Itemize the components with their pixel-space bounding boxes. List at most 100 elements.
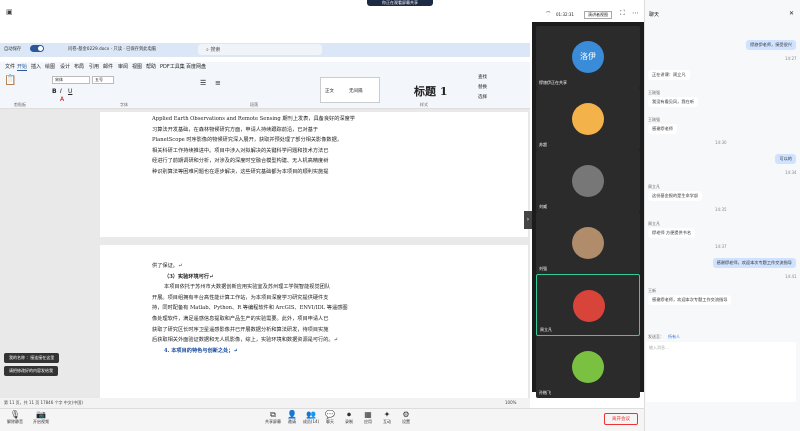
word-status: 第 11 页，共 11 页 17846 个字 中文(中国) bbox=[4, 400, 83, 405]
menu-tab-1[interactable]: 开始 bbox=[17, 63, 28, 71]
text-line: 像处理软件，满足遥感信息提取和产品生产的实验需要。此外，项目申请人已 bbox=[152, 315, 329, 322]
participant-tile[interactable]: 刘强 bbox=[536, 212, 640, 274]
page1-text: Applied Earth Observations and Remote Se… bbox=[100, 112, 528, 178]
meeting-timer: 01:32:31 bbox=[556, 12, 574, 17]
menu-tab-5[interactable]: 布局 bbox=[74, 63, 84, 70]
participant-name: 周立凡 bbox=[540, 327, 552, 332]
autosave-toggle[interactable] bbox=[30, 45, 44, 52]
participant-tile[interactable]: 孙楷飞 bbox=[536, 336, 640, 398]
participant-tile[interactable]: 周立凡 bbox=[536, 274, 640, 336]
text-line: 本项目依托于苏州市大数据创新应用实验室及苏州理工学院智能视觉团队 bbox=[164, 284, 331, 291]
font-select[interactable]: 宋体 bbox=[52, 76, 90, 84]
text-line: 习算法开发基础，在森林物候研究方面，申请人持续跟踪前沿，已对基于 bbox=[152, 126, 319, 133]
participant-tile[interactable]: 刘威 bbox=[536, 150, 640, 212]
menu-tab-9[interactable]: 视图 bbox=[132, 63, 142, 70]
bullets-icon[interactable]: ☰ bbox=[200, 79, 206, 87]
underline-icon[interactable]: U bbox=[68, 88, 72, 95]
replace-button[interactable]: 替换 bbox=[478, 84, 487, 90]
menu-tab-12[interactable]: 百度网盘 bbox=[186, 63, 206, 70]
ribbon: 📋 宋体 五号 B I U A ☰ ≡ 正文 无间隔 标题 1 查找 替换 选择… bbox=[0, 71, 530, 109]
menu-tab-2[interactable]: 插入 bbox=[31, 63, 41, 70]
avatar bbox=[572, 165, 604, 197]
bold-icon[interactable]: B bbox=[52, 88, 57, 95]
start-video-button[interactable]: 📷 开启视频 bbox=[30, 410, 52, 425]
menu-tab-3[interactable]: 绘图 bbox=[45, 63, 55, 70]
chat-message: 缪旅伊老师，接受很兴 bbox=[746, 40, 796, 50]
menu-tab-4[interactable]: 设计 bbox=[60, 63, 70, 70]
select-button[interactable]: 选择 bbox=[478, 94, 487, 100]
message-sender: 王刚强 bbox=[648, 90, 660, 95]
section-heading-4: 4. 本项目的特色与创新之处；↵ bbox=[164, 347, 238, 354]
send-to-label: 发送至： bbox=[648, 334, 664, 339]
participant-tile[interactable]: 洛伊 缪旅伊正在共享 bbox=[536, 26, 640, 88]
text-line: Applied Earth Observations and Remote Se… bbox=[152, 116, 355, 122]
document-name: 问卷-基金0229.docx · 只读 · 已保存到此电脑 bbox=[68, 47, 157, 52]
chat-title: 聊天 bbox=[649, 12, 660, 18]
text-line: 供了保证。↵ bbox=[152, 263, 183, 269]
font-size-select[interactable]: 五号 bbox=[92, 76, 114, 84]
app-icon: ▣ bbox=[6, 8, 13, 16]
text-line: PlanetScope 时序影像的物候研究深入展开，获取并预处理了部分相关影像数… bbox=[152, 137, 342, 144]
zoom-level[interactable]: 100% bbox=[505, 400, 516, 405]
group-styles: 样式 bbox=[420, 102, 428, 107]
style-normal[interactable]: 正文 bbox=[325, 88, 334, 94]
more-icon[interactable]: ⋯ bbox=[632, 10, 639, 17]
menu-tab-8[interactable]: 审阅 bbox=[118, 63, 128, 70]
mic-off-icon: 🎙 bbox=[9, 410, 21, 419]
collapse-panel-button[interactable]: › bbox=[524, 211, 532, 229]
chat-message: 这份基金报的是生命学部 bbox=[648, 191, 703, 201]
camera-off-icon: 📷 bbox=[36, 410, 46, 419]
text-line: 获取了研究区长时序卫星遥感影像并已开展数据分析和算法研发，待项目实施 bbox=[152, 326, 329, 333]
group-clipboard: 剪贴板 bbox=[14, 102, 26, 107]
menu-tab-7[interactable]: 邮件 bbox=[103, 63, 113, 70]
fullscreen-icon[interactable]: ⛶ bbox=[620, 10, 625, 17]
speaker-view-button[interactable]: 演讲者视图 bbox=[584, 11, 612, 19]
numbering-icon[interactable]: ≡ bbox=[215, 79, 221, 87]
send-to-select[interactable]: 所有人 bbox=[668, 334, 680, 340]
text-line: 开展。项目组拥有丰台高性能计算工作站，为本项目深度学习研究提供硬件支 bbox=[152, 294, 329, 301]
participant-name: 孙楷飞 bbox=[539, 390, 551, 395]
style-gallery[interactable]: 正文 无间隔 bbox=[320, 77, 380, 103]
text-line: 种识别算法等困难问题也在逐步解决，这些研究基础都为本项目的顺利实施提 bbox=[152, 168, 329, 175]
message-sender: 周立凡 bbox=[648, 221, 660, 226]
participant-name: 刘强 bbox=[539, 266, 547, 271]
toolbar-button-7[interactable]: ⚙ 设置 bbox=[395, 410, 417, 425]
find-button[interactable]: 查找 bbox=[478, 74, 487, 80]
chat-message: 感谢缪老师，欢迎本次专题工作交流指导 bbox=[712, 258, 796, 268]
group-paragraph: 段落 bbox=[250, 102, 258, 107]
paste-icon[interactable]: 📋 bbox=[4, 75, 16, 86]
message-sender: 王新 bbox=[648, 288, 656, 293]
page-1: Applied Earth Observations and Remote Se… bbox=[100, 112, 528, 237]
message-time: 14:30 bbox=[715, 140, 727, 145]
style-heading1[interactable]: 标题 1 bbox=[414, 83, 447, 99]
message-time: 14:34 bbox=[785, 170, 797, 175]
text-line: 持，同时配备有 Matlab、Python、R 等编程软件和 ArcGIS、EN… bbox=[152, 305, 348, 312]
document-area[interactable]: Applied Earth Observations and Remote Se… bbox=[0, 109, 532, 414]
avatar bbox=[572, 227, 604, 259]
toolbar-icon-7: ⚙ bbox=[402, 410, 410, 419]
chat-input[interactable]: 输入消息... bbox=[646, 342, 796, 402]
italic-icon[interactable]: I bbox=[60, 88, 62, 95]
wifi-icon: ⌔ bbox=[545, 10, 552, 18]
participant-name: 苏超 bbox=[539, 142, 547, 147]
menu-tab-10[interactable]: 帮助 bbox=[146, 63, 156, 70]
toast-1: 我的名称 ：接连接在这里 bbox=[4, 353, 60, 363]
menu-tab-0[interactable]: 文件 bbox=[5, 63, 15, 70]
avatar bbox=[572, 351, 604, 383]
unmute-button[interactable]: 🎙 解除静音 bbox=[4, 410, 26, 425]
close-chat-icon[interactable]: ✕ bbox=[789, 10, 794, 17]
message-time: 14:37 bbox=[715, 244, 727, 249]
text-line: （3）实验环境可行↵ bbox=[164, 273, 214, 280]
search-input[interactable]: ⌕ 搜索 bbox=[198, 44, 322, 55]
chat-message: 感谢缪老师 bbox=[648, 124, 677, 134]
message-time: 14:35 bbox=[715, 207, 727, 212]
menu-tab-6[interactable]: 引用 bbox=[89, 63, 99, 70]
message-sender: 王刚强 bbox=[648, 117, 660, 122]
style-no-spacing[interactable]: 无间隔 bbox=[349, 88, 363, 94]
participant-tile[interactable]: 苏超 bbox=[536, 88, 640, 150]
message-time: 14:27 bbox=[785, 56, 797, 61]
menu-tab-11[interactable]: PDF工具集 bbox=[160, 63, 185, 70]
chat-message: 可以的 bbox=[775, 154, 796, 164]
leave-meeting-button[interactable]: 离开会议 bbox=[604, 413, 638, 425]
font-color-icon[interactable]: A bbox=[60, 96, 64, 103]
